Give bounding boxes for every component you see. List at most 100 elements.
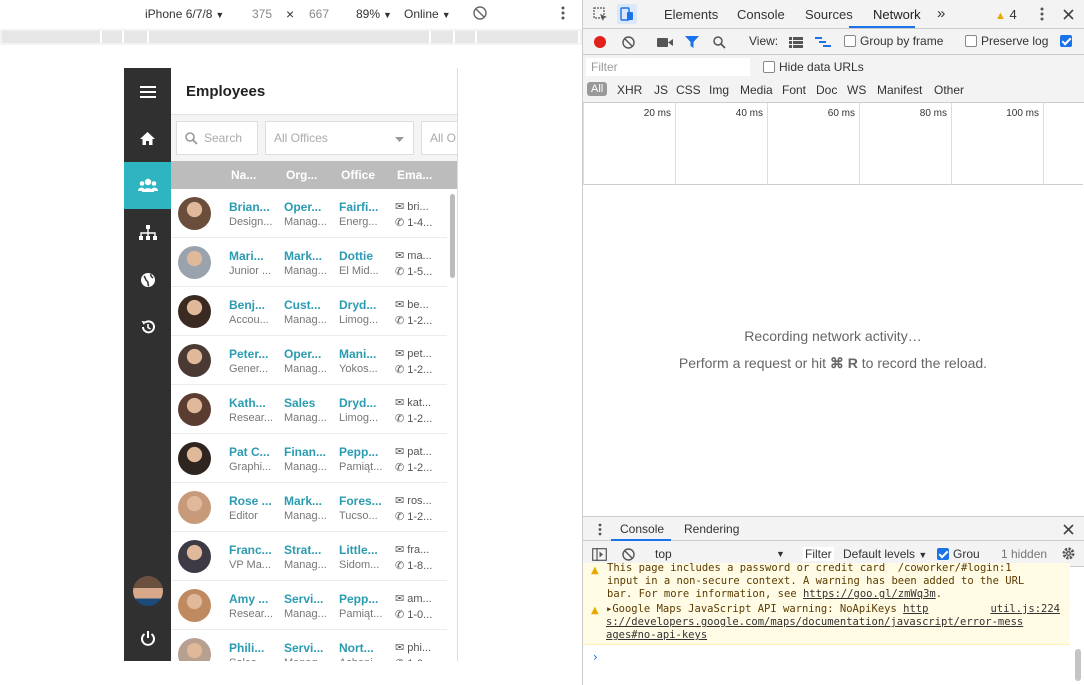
employee-org[interactable]: Servi...	[284, 641, 328, 655]
employee-row[interactable]: Kath... Resear... Sales Manag... Dryd... Limo…	[171, 385, 447, 434]
type-filter-js[interactable]: JS	[654, 83, 668, 97]
capture-screenshots-button[interactable]	[656, 34, 674, 50]
employee-row[interactable]: Amy ... Resear... Servi... Manag... Pepp... P…	[171, 581, 447, 630]
device-toolbar-toggle-icon[interactable]	[617, 4, 637, 24]
nav-globe[interactable]	[124, 256, 171, 303]
employee-name[interactable]: Amy ...	[229, 592, 273, 606]
employee-name[interactable]: Kath...	[229, 396, 273, 410]
column-header-office[interactable]: Office	[341, 168, 386, 182]
console-settings-gear-icon[interactable]	[1060, 545, 1076, 561]
type-filter-font[interactable]: Font	[782, 83, 806, 97]
employee-org[interactable]: Oper...	[284, 347, 328, 361]
type-filter-ws[interactable]: WS	[847, 83, 866, 97]
employee-office[interactable]: Nort...	[339, 641, 383, 655]
employee-name[interactable]: Brian...	[229, 200, 273, 214]
clear-console-button[interactable]	[620, 546, 636, 562]
source-link[interactable]: util.js:224	[990, 603, 1060, 615]
type-filter-css[interactable]: CSS	[676, 83, 701, 97]
warnings-badge[interactable]: ▲ 4	[995, 7, 1017, 22]
console-filter-input[interactable]: Filter	[803, 547, 834, 561]
preserve-log-checkbox[interactable]: Preserve log	[965, 34, 1048, 48]
hide-data-urls-checkbox[interactable]: Hide data URLs	[763, 60, 864, 74]
employee-office[interactable]: Pepp...	[339, 592, 383, 606]
third-filter-dropdown[interactable]: All O	[421, 121, 457, 155]
type-filter-manifest[interactable]: Manifest	[877, 83, 922, 97]
employee-org[interactable]: Mark...	[284, 249, 328, 263]
group-by-frame-checkbox[interactable]: Group by frame	[844, 34, 943, 48]
waterfall-overview-button[interactable]	[815, 34, 831, 50]
grid-scrollbar[interactable]	[450, 194, 455, 278]
logout-button[interactable]	[124, 614, 171, 661]
type-filter-all[interactable]: All	[587, 82, 608, 96]
employee-office[interactable]: Little...	[339, 543, 383, 557]
employee-office[interactable]: Fairfi...	[339, 200, 383, 214]
employee-office[interactable]: Pepp...	[339, 445, 383, 459]
employee-office[interactable]: Fores...	[339, 494, 383, 508]
employee-office[interactable]: Dryd...	[339, 396, 383, 410]
employee-email[interactable]: ✉ ros...	[395, 494, 433, 507]
type-filter-doc[interactable]: Doc	[816, 83, 837, 97]
console-scrollbar[interactable]	[1075, 649, 1081, 681]
tab-elements[interactable]: Elements	[664, 7, 718, 22]
close-icon[interactable]	[1061, 6, 1075, 22]
height-input[interactable]: 667	[309, 7, 329, 21]
drawer-tab-rendering[interactable]: Rendering	[684, 522, 739, 536]
employee-row[interactable]: Benj... Accou... Cust... Manag... Dryd... Lim…	[171, 287, 447, 336]
employee-name[interactable]: Peter...	[229, 347, 273, 361]
nav-employees[interactable]	[124, 162, 171, 209]
employee-email[interactable]: ✉ be...	[395, 298, 433, 311]
nav-org-chart[interactable]	[124, 209, 171, 256]
tab-sources[interactable]: Sources	[805, 7, 853, 22]
drawer-tab-console[interactable]: Console	[620, 522, 664, 536]
network-overview-timeline[interactable]: 20 ms 40 ms 60 ms 80 ms 100 ms	[583, 103, 1083, 185]
employee-row[interactable]: Franc... VP Ma... Strat... Manag... Little..…	[171, 532, 447, 581]
employee-row[interactable]: Phili... Sales ... Servi... Manag... Nort...…	[171, 630, 447, 661]
network-filter-input[interactable]: Filter	[586, 58, 750, 76]
record-button[interactable]	[592, 34, 608, 50]
employee-office[interactable]: Dryd...	[339, 298, 383, 312]
employee-name[interactable]: Franc...	[229, 543, 273, 557]
warning-link-continued[interactable]: s://developers.google.com/maps/documenta…	[606, 616, 1023, 641]
console-warning-maps[interactable]: ▲ ▸Google Maps JavaScript API warning: N…	[583, 601, 1070, 645]
employee-name[interactable]: Pat C...	[229, 445, 273, 459]
media-query-ruler[interactable]	[0, 29, 582, 45]
employee-email[interactable]: ✉ am...	[395, 592, 433, 605]
zoom-select[interactable]: 89% ▼	[356, 7, 392, 21]
group-similar-checkbox[interactable]: Grou	[937, 547, 980, 561]
context-select[interactable]: top	[655, 547, 672, 561]
device-select[interactable]: iPhone 6/7/8 ▼	[145, 7, 224, 21]
more-tabs-icon[interactable]: »	[937, 5, 945, 22]
employee-row[interactable]: Pat C... Graphi... Finan... Manag... Pepp...…	[171, 434, 447, 483]
column-header-name[interactable]: Na...	[231, 168, 271, 182]
tab-console[interactable]: Console	[737, 7, 785, 22]
employee-name[interactable]: Rose ...	[229, 494, 273, 508]
employee-row[interactable]: Brian... Design... Oper... Manag... Fairfi..…	[171, 189, 447, 238]
type-filter-img[interactable]: Img	[709, 83, 729, 97]
clear-button[interactable]	[620, 34, 636, 50]
close-drawer-icon[interactable]	[1061, 522, 1075, 536]
employee-row[interactable]: Mari... Junior ... Mark... Manag... Dottie El…	[171, 238, 447, 287]
employee-name[interactable]: Mari...	[229, 249, 273, 263]
nav-history[interactable]	[124, 303, 171, 350]
devtools-menu-icon[interactable]	[1037, 6, 1047, 22]
employee-office[interactable]: Mani...	[339, 347, 383, 361]
employee-row[interactable]: Rose ... Editor Mark... Manag... Fores... Tuc…	[171, 483, 447, 532]
employee-email[interactable]: ✉ kat...	[395, 396, 433, 409]
more-options-icon[interactable]	[560, 5, 566, 24]
log-levels-select[interactable]: Default levels ▼	[843, 547, 927, 561]
employee-email[interactable]: ✉ bri...	[395, 200, 433, 213]
employee-row[interactable]: Peter... Gener... Oper... Manag... Mani... Yo…	[171, 336, 447, 385]
large-rows-button[interactable]	[788, 34, 804, 50]
employee-org[interactable]: Strat...	[284, 543, 328, 557]
column-header-email[interactable]: Ema...	[397, 168, 437, 182]
employee-email[interactable]: ✉ pet...	[395, 347, 433, 360]
employee-email[interactable]: ✉ ma...	[395, 249, 433, 262]
type-filter-media[interactable]: Media	[740, 83, 773, 97]
rotate-icon[interactable]	[472, 5, 488, 24]
user-avatar[interactable]	[133, 576, 163, 606]
search-button[interactable]	[711, 34, 727, 50]
warning-link[interactable]: https://goo.gl/zmWq3m	[803, 588, 936, 600]
nav-home[interactable]	[124, 115, 171, 162]
employee-org[interactable]: Oper...	[284, 200, 328, 214]
network-throttle-select[interactable]: Online ▼	[404, 7, 451, 21]
